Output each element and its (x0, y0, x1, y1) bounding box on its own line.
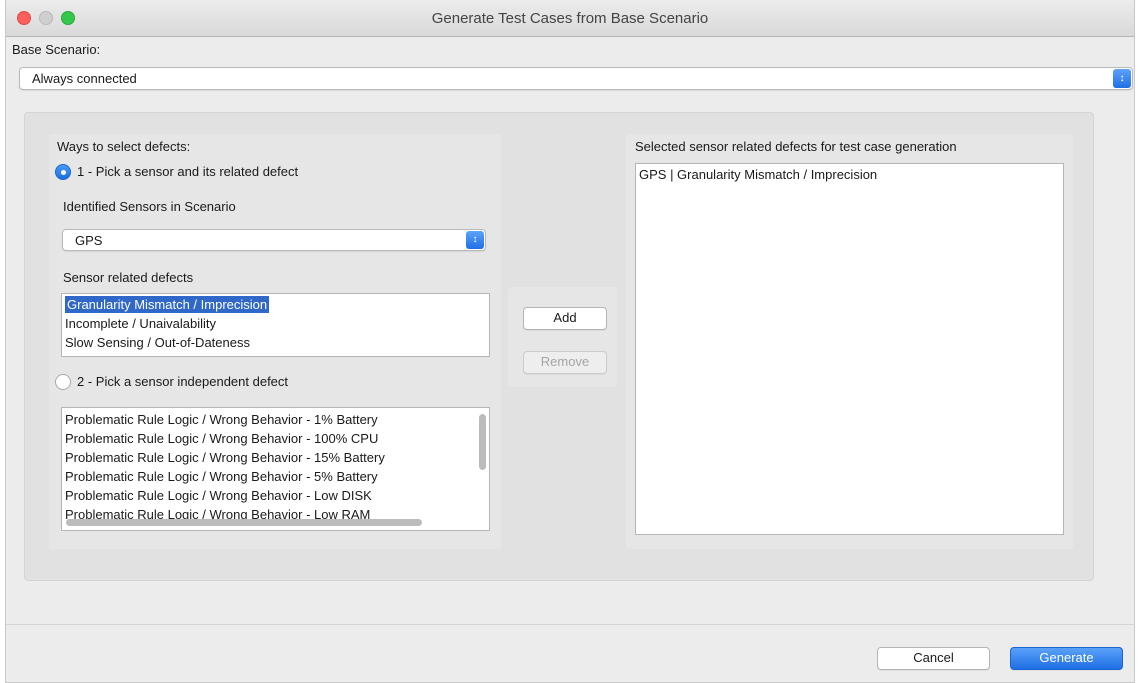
list-item[interactable]: Problematic Rule Logic / Wrong Behavior … (62, 448, 489, 467)
list-item[interactable]: Incomplete / Unaivalability (62, 314, 489, 333)
remove-button[interactable]: Remove (523, 351, 607, 374)
sensor-select-value: GPS (75, 233, 103, 248)
defect-source-group: Ways to select defects: 1 - Pick a senso… (49, 134, 501, 549)
defect-selection-panel: Ways to select defects: 1 - Pick a senso… (24, 112, 1094, 581)
chevron-updown-icon: ↕ (466, 231, 484, 249)
title-bar[interactable]: Generate Test Cases from Base Scenario (6, 0, 1134, 37)
sensor-select[interactable]: GPS ↕ (62, 229, 486, 251)
option2-label[interactable]: 2 - Pick a sensor independent defect (77, 374, 288, 389)
chevron-updown-icon: ↕ (1113, 69, 1131, 88)
ways-to-select-label: Ways to select defects: (57, 139, 191, 154)
add-button[interactable]: Add (523, 307, 607, 330)
generate-button[interactable]: Generate (1010, 647, 1123, 670)
sensor-defects-list[interactable]: Granularity Mismatch / Imprecision Incom… (61, 293, 490, 357)
base-scenario-value: Always connected (32, 71, 137, 86)
list-item[interactable]: Granularity Mismatch / Imprecision (62, 295, 489, 314)
selected-defects-group: Selected sensor related defects for test… (626, 134, 1073, 549)
window-title: Generate Test Cases from Base Scenario (431, 10, 709, 27)
footer-divider (6, 624, 1134, 625)
base-scenario-label: Base Scenario: (12, 42, 101, 57)
identified-sensors-label: Identified Sensors in Scenario (63, 199, 236, 214)
option1-label[interactable]: 1 - Pick a sensor and its related defect (77, 164, 298, 179)
transfer-buttons-group: Add Remove (508, 287, 617, 387)
sensor-defects-label: Sensor related defects (63, 270, 194, 285)
independent-defects-list[interactable]: Problematic Rule Logic / Wrong Behavior … (61, 407, 490, 531)
horizontal-scrollbar[interactable] (66, 519, 422, 526)
selected-defects-label: Selected sensor related defects for test… (635, 139, 957, 154)
list-item[interactable]: GPS | Granularity Mismatch / Imprecision (636, 165, 1063, 184)
list-item[interactable]: Problematic Rule Logic / Wrong Behavior … (62, 467, 489, 486)
option2-radio[interactable] (55, 374, 71, 390)
option1-radio[interactable] (55, 164, 71, 180)
base-scenario-select[interactable]: Always connected ↕ (19, 67, 1133, 90)
list-item[interactable]: Problematic Rule Logic / Wrong Behavior … (62, 486, 489, 505)
list-item[interactable]: Slow Sensing / Out-of-Dateness (62, 333, 489, 352)
dialog-window: Generate Test Cases from Base Scenario B… (5, 0, 1135, 683)
cancel-button[interactable]: Cancel (877, 647, 990, 670)
list-item[interactable]: Problematic Rule Logic / Wrong Behavior … (62, 429, 489, 448)
list-item[interactable]: Problematic Rule Logic / Wrong Behavior … (62, 410, 489, 429)
selected-defects-list[interactable]: GPS | Granularity Mismatch / Imprecision (635, 163, 1064, 535)
vertical-scrollbar[interactable] (479, 414, 486, 470)
